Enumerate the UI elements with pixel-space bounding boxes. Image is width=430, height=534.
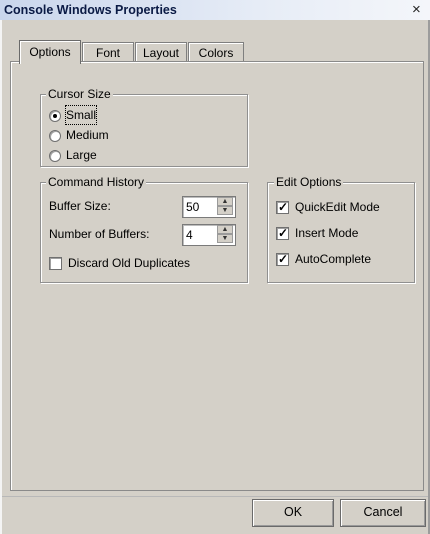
spin-up-icon[interactable]: ▲ <box>217 225 233 234</box>
window-title: Console Windows Properties <box>4 3 177 17</box>
close-icon: × <box>412 1 421 18</box>
spin-down-icon[interactable]: ▼ <box>217 234 233 243</box>
insert-mode-label: Insert Mode <box>295 226 359 240</box>
tab-options[interactable]: Options <box>19 40 81 64</box>
tab-font[interactable]: Font <box>82 42 134 63</box>
autocomplete-label: AutoComplete <box>295 252 372 266</box>
cursor-size-large-label: Large <box>66 148 97 162</box>
ok-button-label: OK <box>283 505 303 519</box>
cursor-size-medium-label: Medium <box>66 128 109 142</box>
command-history-legend: Command History <box>46 175 147 189</box>
checkmark-icon: ✓ <box>278 200 289 214</box>
discard-old-duplicates-label: Discard Old Duplicates <box>68 256 191 270</box>
close-button[interactable]: × <box>412 1 430 18</box>
checkbox-unchecked-icon <box>49 257 62 270</box>
tab-font-label: Font <box>95 46 120 60</box>
title-bar: Console Windows Properties × <box>0 0 430 20</box>
quickedit-mode-label: QuickEdit Mode <box>295 200 380 214</box>
radio-selected-icon <box>49 110 61 122</box>
button-area-separator <box>2 496 428 497</box>
number-of-buffers-label: Number of Buffers: <box>49 227 150 241</box>
buffer-size-label: Buffer Size: <box>49 199 111 213</box>
cancel-button[interactable]: Cancel <box>340 499 426 527</box>
ok-button[interactable]: OK <box>252 499 334 527</box>
edit-options-legend: Edit Options <box>274 175 344 189</box>
cursor-size-legend: Cursor Size <box>46 87 113 101</box>
number-of-buffers-value: 4 <box>186 228 193 242</box>
checkmark-icon: ✓ <box>278 226 289 240</box>
tab-options-label: Options <box>29 45 71 59</box>
tab-colors-label: Colors <box>198 46 234 60</box>
tab-colors[interactable]: Colors <box>188 42 244 63</box>
buffer-size-spinner[interactable]: 50 ▲ ▼ <box>182 196 236 218</box>
radio-unselected-icon <box>49 150 61 162</box>
cursor-size-small-label: Small <box>64 105 98 125</box>
checkbox-checked-icon: ✓ <box>276 226 289 240</box>
cancel-button-label: Cancel <box>363 505 403 519</box>
checkbox-checked-icon: ✓ <box>276 252 289 266</box>
tab-layout[interactable]: Layout <box>135 42 187 63</box>
window-border-left <box>0 20 2 534</box>
radio-unselected-icon <box>49 130 61 142</box>
number-of-buffers-spinner[interactable]: 4 ▲ ▼ <box>182 224 236 246</box>
spin-down-icon[interactable]: ▼ <box>217 206 233 215</box>
buffer-size-value: 50 <box>186 200 200 214</box>
spin-up-icon[interactable]: ▲ <box>217 197 233 206</box>
checkbox-checked-icon: ✓ <box>276 200 289 214</box>
checkmark-icon: ✓ <box>278 252 289 266</box>
tab-layout-label: Layout <box>142 46 180 60</box>
